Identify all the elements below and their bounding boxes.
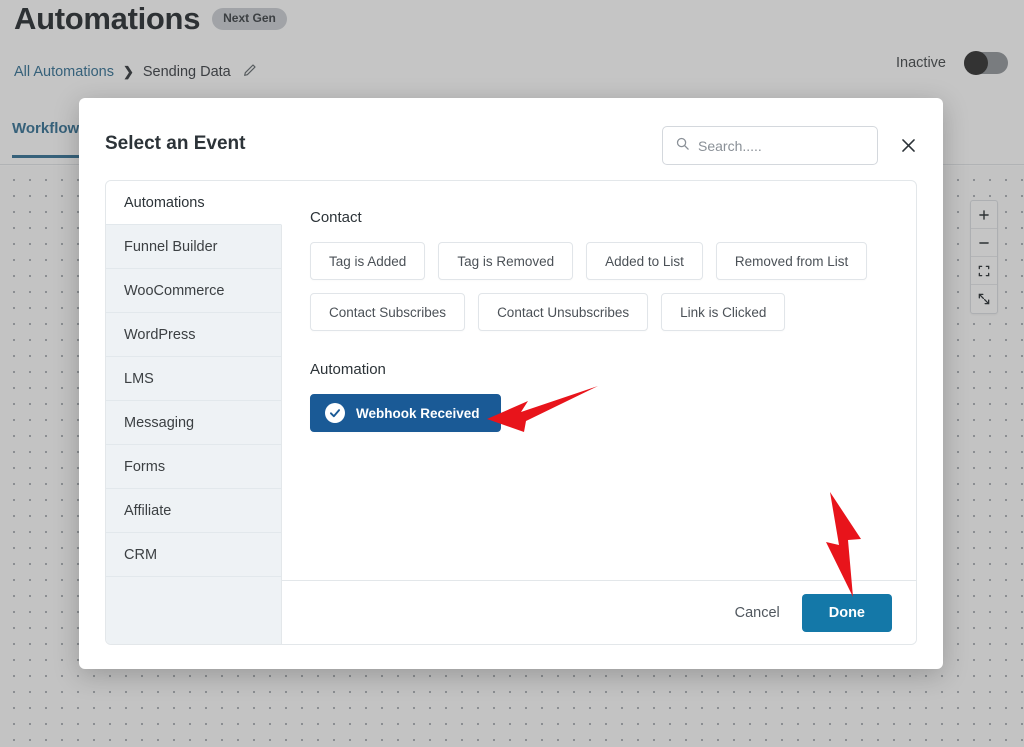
event-chip-tag-is-removed[interactable]: Tag is Removed bbox=[438, 242, 574, 280]
sidebar-item-crm[interactable]: CRM bbox=[106, 533, 281, 577]
event-chip-contact-unsubscribes[interactable]: Contact Unsubscribes bbox=[478, 293, 649, 331]
sidebar-item-label: Affiliate bbox=[124, 502, 172, 519]
event-list: Contact Tag is Added Tag is Removed Adde… bbox=[282, 181, 916, 580]
automation-event-row: Webhook Received bbox=[310, 394, 890, 432]
sidebar-item-forms[interactable]: Forms bbox=[106, 445, 281, 489]
modal-header: Select an Event bbox=[79, 98, 943, 180]
event-content-pane: Contact Tag is Added Tag is Removed Adde… bbox=[282, 181, 916, 644]
select-event-modal: Select an Event Automations Funnel Build… bbox=[79, 98, 943, 669]
event-chip-webhook-received[interactable]: Webhook Received bbox=[310, 394, 501, 432]
sidebar-item-lms[interactable]: LMS bbox=[106, 357, 281, 401]
modal-title: Select an Event bbox=[105, 133, 246, 154]
sidebar-item-label: WooCommerce bbox=[124, 282, 225, 299]
sidebar-item-label: Messaging bbox=[124, 414, 195, 431]
group-title-automation: Automation bbox=[310, 361, 386, 378]
sidebar-item-affiliate[interactable]: Affiliate bbox=[106, 489, 281, 533]
event-chip-contact-subscribes[interactable]: Contact Subscribes bbox=[310, 293, 466, 331]
sidebar-item-label: Funnel Builder bbox=[124, 238, 218, 255]
event-chip-label: Removed from List bbox=[734, 253, 849, 269]
contact-event-row-1: Tag is Added Tag is Removed Added to Lis… bbox=[310, 242, 890, 331]
sidebar-item-label: LMS bbox=[124, 370, 154, 387]
sidebar-item-messaging[interactable]: Messaging bbox=[106, 401, 281, 445]
event-chip-label: Tag is Added bbox=[329, 253, 407, 269]
search-box[interactable] bbox=[662, 126, 879, 165]
event-chip-label: Link is Clicked bbox=[680, 304, 767, 320]
event-chip-link-is-clicked[interactable]: Link is Clicked bbox=[661, 293, 786, 331]
sidebar-item-automations[interactable]: Automations bbox=[106, 181, 282, 225]
sidebar-item-wordpress[interactable]: WordPress bbox=[106, 313, 281, 357]
modal-footer: Cancel Done bbox=[282, 580, 916, 644]
event-chip-tag-is-added[interactable]: Tag is Added bbox=[310, 242, 426, 280]
check-circle-icon bbox=[325, 403, 345, 423]
cancel-button[interactable]: Cancel bbox=[735, 605, 780, 621]
event-chip-label: Added to List bbox=[605, 253, 684, 269]
modal-body: Automations Funnel Builder WooCommerce W… bbox=[105, 180, 917, 645]
event-chip-label: Contact Subscribes bbox=[329, 304, 447, 320]
group-title-contact: Contact bbox=[310, 209, 362, 226]
search-input[interactable] bbox=[698, 137, 879, 154]
sidebar-item-label: Automations bbox=[124, 194, 205, 211]
event-chip-label: Webhook Received bbox=[356, 405, 480, 421]
event-chip-removed-from-list[interactable]: Removed from List bbox=[715, 242, 868, 280]
event-chip-added-to-list[interactable]: Added to List bbox=[586, 242, 703, 280]
sidebar-item-woocommerce[interactable]: WooCommerce bbox=[106, 269, 281, 313]
search-icon bbox=[675, 136, 690, 156]
sidebar-item-label: CRM bbox=[124, 546, 158, 563]
close-icon[interactable] bbox=[895, 132, 921, 158]
sidebar-item-funnel-builder[interactable]: Funnel Builder bbox=[106, 225, 281, 269]
event-chip-label: Contact Unsubscribes bbox=[497, 304, 630, 320]
sidebar-item-label: WordPress bbox=[124, 326, 196, 343]
done-button[interactable]: Done bbox=[801, 593, 892, 632]
event-chip-label: Tag is Removed bbox=[457, 253, 555, 269]
modal-category-sidebar: Automations Funnel Builder WooCommerce W… bbox=[106, 181, 282, 644]
sidebar-item-label: Forms bbox=[124, 458, 166, 475]
